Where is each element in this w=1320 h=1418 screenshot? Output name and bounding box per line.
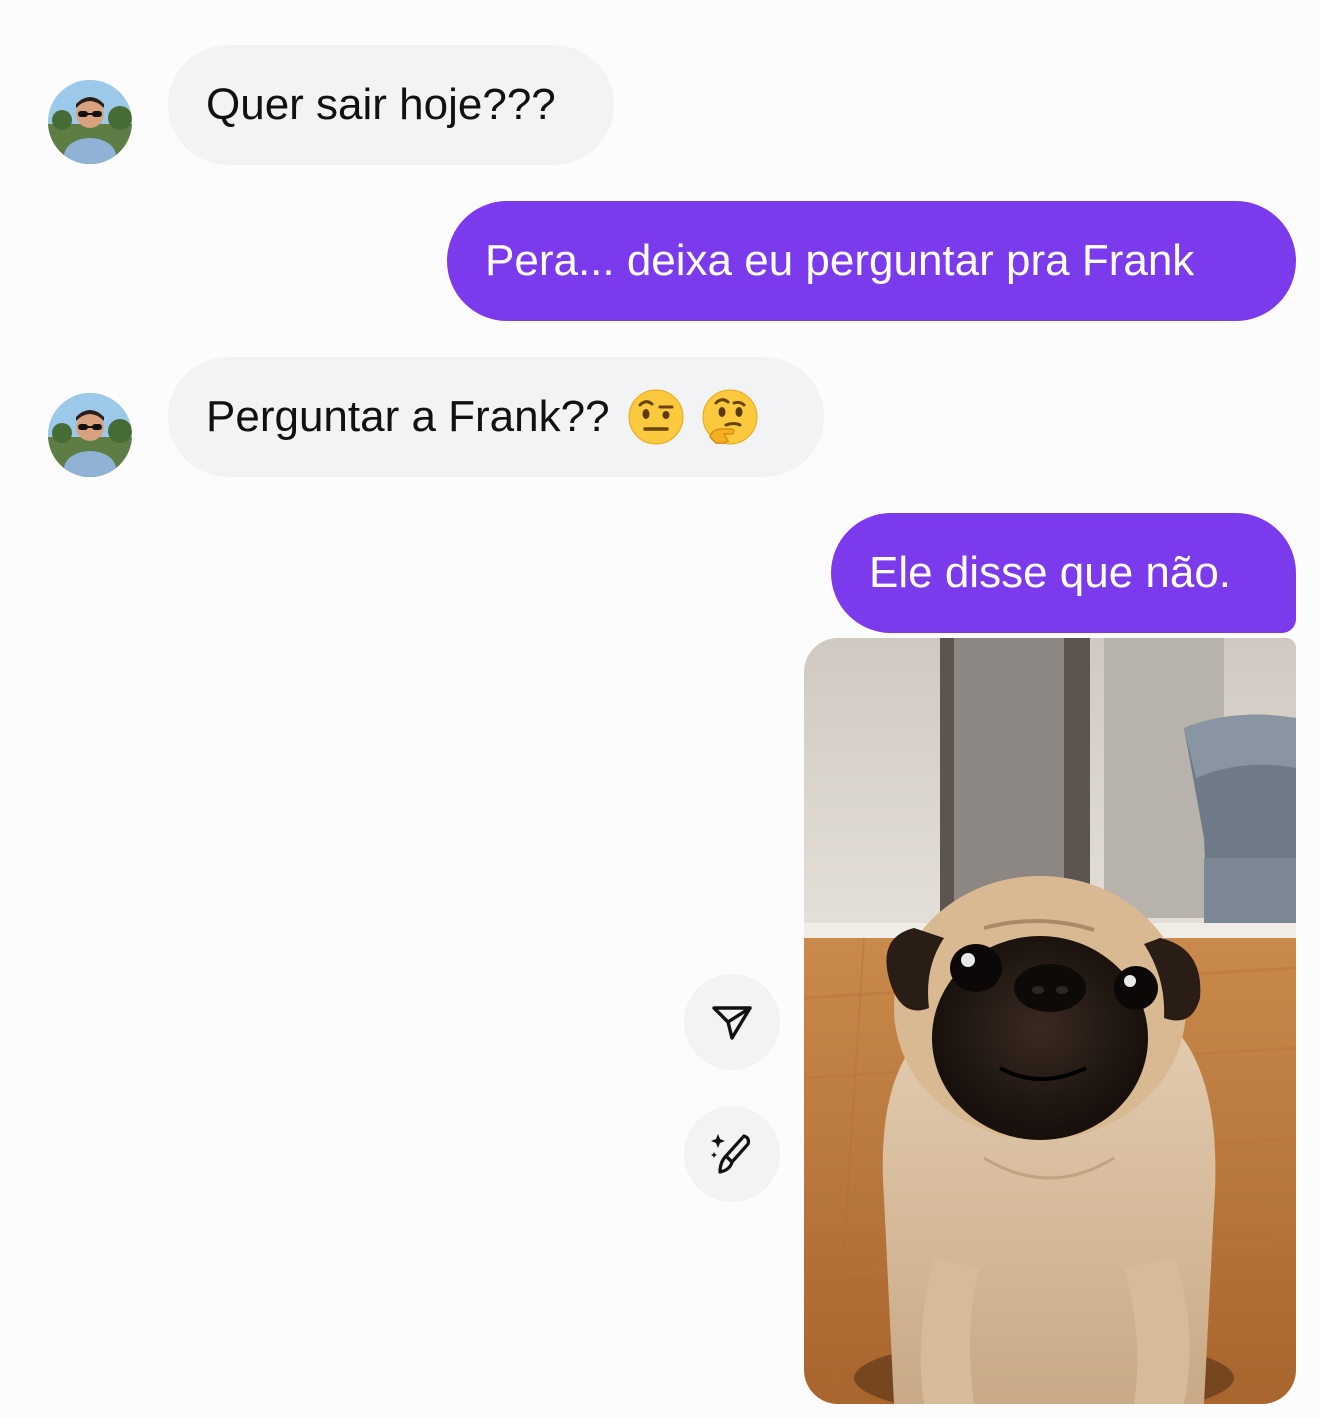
send-icon — [712, 1006, 752, 1040]
incoming-message[interactable]: Quer sair hoje??? — [168, 45, 614, 165]
message-text: Pera... deixa eu perguntar pra Frank — [485, 236, 1195, 285]
incoming-message[interactable]: Perguntar a Frank?? — [168, 357, 824, 477]
face-with-raised-eyebrow-icon — [628, 389, 684, 445]
message-text: Perguntar a Frank?? — [206, 392, 610, 441]
outgoing-message[interactable]: Pera... deixa eu perguntar pra Frank — [447, 201, 1296, 321]
sparkle-brush-icon — [711, 1134, 751, 1174]
ai-edit-button[interactable] — [684, 1106, 780, 1202]
sender-avatar[interactable] — [48, 80, 132, 164]
thinking-face-icon — [702, 389, 758, 445]
sender-avatar[interactable] — [48, 393, 132, 477]
share-button[interactable] — [684, 974, 780, 1070]
message-text: Ele disse que não. — [869, 548, 1232, 597]
message-text: Quer sair hoje??? — [206, 80, 556, 129]
pug-photo[interactable] — [804, 638, 1296, 1404]
outgoing-message[interactable]: Ele disse que não. — [831, 513, 1296, 633]
